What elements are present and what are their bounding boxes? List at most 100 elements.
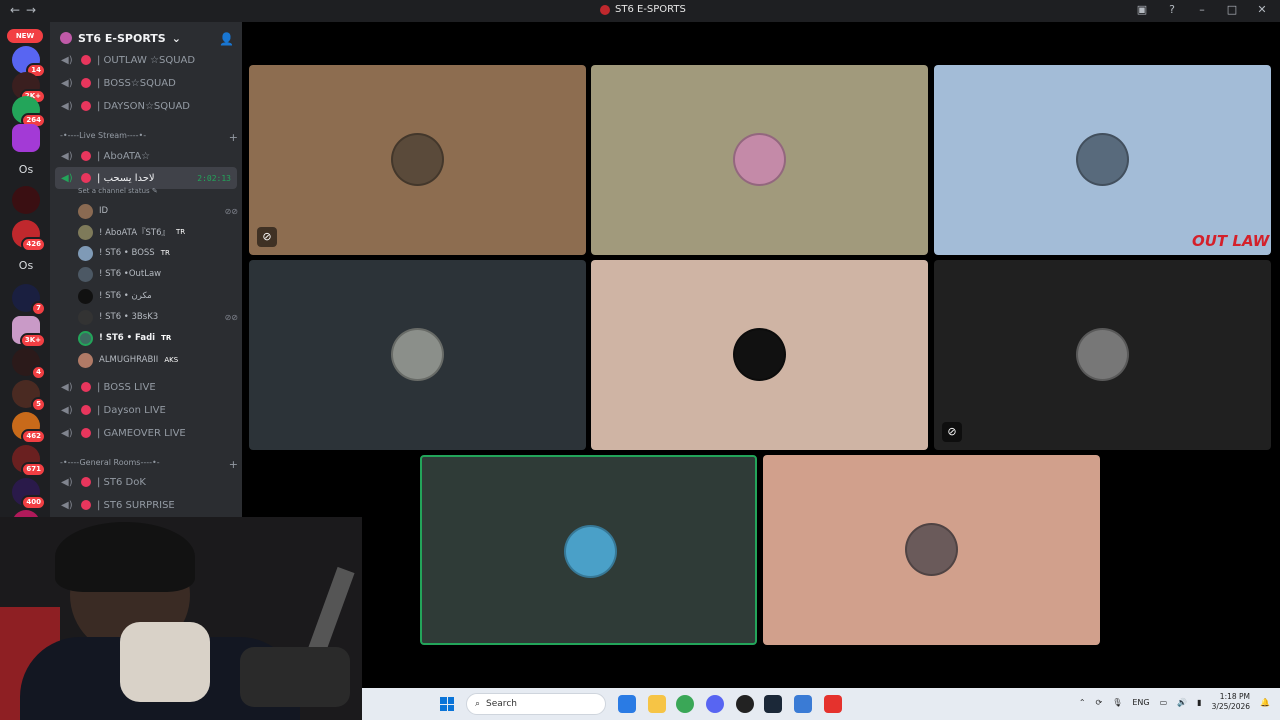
- participant-tile[interactable]: [591, 260, 928, 450]
- new-badge[interactable]: NEW: [7, 29, 43, 43]
- volume-icon[interactable]: 🔊: [1177, 698, 1187, 707]
- live-dot-icon: [81, 151, 91, 161]
- plus-icon[interactable]: +: [229, 458, 238, 471]
- guild-icon[interactable]: Os: [12, 259, 40, 272]
- server-icon: [60, 32, 72, 44]
- server-logo-icon: [600, 4, 610, 15]
- participant-tile[interactable]: ⊘: [249, 65, 586, 255]
- voice-grid: ⊘ ⊘: [242, 22, 1280, 688]
- participant-tile[interactable]: [249, 260, 586, 450]
- channel-status[interactable]: Set a channel status ✎: [78, 187, 158, 195]
- voice-channel-active[interactable]: ◀) | لاحدا يسحب 2:02:13: [55, 167, 237, 189]
- speaker-icon: ◀): [61, 77, 73, 89]
- avatar: [564, 525, 617, 578]
- title-bar: ←→ ST6 E-SPORTS ▣ ? – □ ✕: [0, 0, 1280, 22]
- app-icon[interactable]: [824, 695, 842, 713]
- search-icon: ⌕: [475, 699, 481, 709]
- window-title-text: ST6 E-SPORTS: [615, 4, 686, 15]
- clock-time: 1:18 PM: [1219, 692, 1251, 701]
- voice-member[interactable]: ! ST6 •OutLaw: [78, 264, 238, 284]
- chevron-up-icon[interactable]: ⌃: [1079, 698, 1086, 707]
- guild-icon[interactable]: Os: [12, 163, 40, 176]
- app-icon[interactable]: [736, 695, 754, 713]
- voice-channel[interactable]: ◀) | BOSS☆SQUAD: [55, 72, 237, 94]
- voice-member[interactable]: ! ST6 • BOSS TR: [78, 243, 238, 263]
- voice-member[interactable]: ALMUGHRABII AKS: [78, 350, 238, 370]
- add-user-icon[interactable]: 👤: [219, 32, 234, 46]
- guild-icon[interactable]: 5: [12, 380, 46, 412]
- folder-icon[interactable]: [648, 695, 666, 713]
- voice-member[interactable]: ! ST6 • مكرن: [78, 286, 238, 306]
- help-icon[interactable]: ?: [1164, 3, 1180, 16]
- voice-channel[interactable]: ◀) | AboATA☆: [55, 145, 237, 167]
- voice-channel[interactable]: ◀) | DAYSON☆SQUAD: [55, 95, 237, 117]
- close-button[interactable]: ✕: [1254, 3, 1270, 16]
- speaker-icon: ◀): [61, 381, 73, 393]
- guild-icon[interactable]: 462: [12, 412, 46, 444]
- participant-tile[interactable]: [591, 65, 928, 255]
- chrome-icon[interactable]: [676, 695, 694, 713]
- participant-tile[interactable]: [763, 455, 1100, 645]
- network-icon[interactable]: ▭: [1160, 698, 1168, 707]
- maximize-button[interactable]: □: [1224, 3, 1240, 16]
- member-name: ID: [99, 206, 109, 216]
- app-icon[interactable]: [794, 695, 812, 713]
- category-live-stream[interactable]: -•----Live Stream----•- +: [60, 131, 238, 144]
- microphone: [240, 647, 350, 707]
- muted-icon: ⊘⊘: [224, 206, 238, 216]
- voice-member[interactable]: ID ⊘⊘: [78, 201, 238, 221]
- voice-member[interactable]: ! ST6 • Fadi TR: [78, 328, 238, 348]
- discord-icon[interactable]: [706, 695, 724, 713]
- clock[interactable]: 1:18 PM 3/25/2026: [1212, 692, 1250, 712]
- guild-icon[interactable]: 3K+: [12, 316, 46, 348]
- guild-icon[interactable]: [12, 186, 40, 214]
- sync-icon[interactable]: ⟳: [1096, 698, 1103, 707]
- search-box[interactable]: ⌕ Search: [466, 693, 606, 715]
- voice-member[interactable]: ! AboATA『ST6』 TR: [78, 222, 238, 242]
- voice-channel[interactable]: ◀) | ST6 SURPRISE: [55, 494, 237, 516]
- participant-tile[interactable]: [934, 65, 1271, 255]
- voice-channel[interactable]: ◀) | Dayson LIVE: [55, 399, 237, 421]
- mention-badge: 462: [21, 429, 46, 444]
- mention-badge: 671: [21, 462, 46, 477]
- channel-name: | BOSS☆SQUAD: [97, 77, 176, 89]
- avatar: [733, 133, 786, 186]
- voice-channel[interactable]: ◀) | OUTLAW ☆SQUAD: [55, 49, 237, 71]
- channel-status-text: Set a channel status: [78, 187, 150, 195]
- participant-tile[interactable]: ⊘: [934, 260, 1271, 450]
- battery-icon[interactable]: ▮: [1197, 698, 1201, 707]
- voice-channel[interactable]: ◀) | ST6 DoK: [55, 471, 237, 493]
- guild-icon[interactable]: 14: [12, 46, 46, 78]
- call-timer: 2:02:13: [197, 173, 231, 183]
- guild-icon[interactable]: [12, 124, 40, 152]
- app-icon[interactable]: [618, 695, 636, 713]
- guild-icon[interactable]: 671: [12, 445, 46, 477]
- language-indicator[interactable]: ENG: [1132, 698, 1149, 707]
- participant-tile-speaking[interactable]: [420, 455, 757, 645]
- plus-icon[interactable]: +: [229, 131, 238, 144]
- notification-icon[interactable]: 🔔: [1260, 698, 1270, 707]
- voice-channel[interactable]: ◀) | GAMEOVER LIVE: [55, 422, 237, 444]
- avatar: [905, 523, 958, 576]
- member-name: ALMUGHRABII: [99, 355, 159, 365]
- start-button[interactable]: [440, 697, 454, 711]
- window-controls: ▣ ? – □ ✕: [1134, 3, 1270, 16]
- steam-icon[interactable]: [764, 695, 782, 713]
- guild-icon[interactable]: 7: [12, 284, 46, 316]
- voice-member[interactable]: ! ST6 • 3BsK3 ⊘⊘: [78, 307, 238, 327]
- channel-name: | Dayson LIVE: [97, 404, 166, 416]
- speaker-icon: ◀): [61, 476, 73, 488]
- channel-name: | AboATA☆: [97, 150, 151, 162]
- nav-arrows[interactable]: ←→: [10, 3, 42, 17]
- guild-icon[interactable]: 4: [12, 348, 46, 380]
- mention-badge: 400: [21, 495, 46, 510]
- guild-icon[interactable]: 264: [12, 96, 46, 128]
- avatar: [733, 328, 786, 381]
- inbox-icon[interactable]: ▣: [1134, 3, 1150, 16]
- minimize-button[interactable]: –: [1194, 3, 1210, 16]
- voice-channel[interactable]: ◀) | BOSS LIVE: [55, 376, 237, 398]
- guild-icon[interactable]: 400: [12, 478, 46, 510]
- guild-icon[interactable]: 426: [12, 220, 46, 252]
- category-general-rooms[interactable]: -•----General Rooms----•- +: [60, 458, 238, 471]
- mic-icon[interactable]: 🎙: [1112, 698, 1122, 707]
